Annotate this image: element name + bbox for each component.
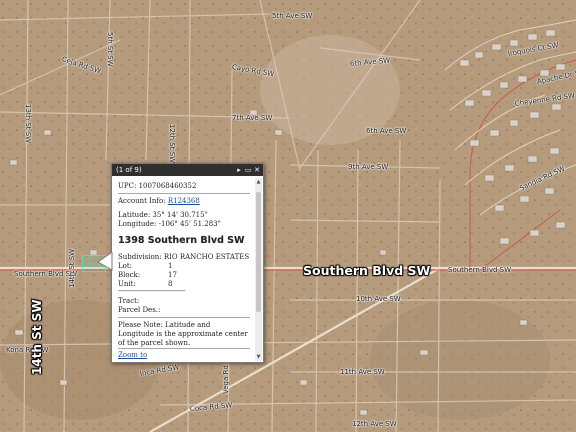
separator: [118, 317, 250, 318]
popup-body: UPC: 1007068460352 Account Info: R124368…: [112, 177, 258, 362]
separator: [118, 348, 250, 349]
lot-value: 1: [168, 262, 173, 270]
upc-row: UPC: 1007068460352: [118, 182, 196, 190]
subdivision-text: Subdivision: RIO RANCHO ESTATES: [118, 253, 250, 261]
parcel-address: 1398 Southern Blvd SW: [118, 235, 245, 246]
popup-scrollbar[interactable]: ▲ ▼: [255, 178, 262, 361]
zoom-to-link[interactable]: Zoom to: [118, 351, 147, 359]
block-row: Block: 17: [118, 271, 238, 279]
popup-header: (1 of 9) ▸ ▭ ✕: [112, 164, 263, 176]
dash-separator: ------------------------------------: [118, 287, 186, 295]
street-label: 12th Ave SW: [352, 420, 397, 428]
close-icon[interactable]: ✕: [253, 166, 261, 174]
aerial-map[interactable]: 5th Ave SW 6th Ave SW Ceja Rd SW Cayo Rd…: [0, 0, 576, 432]
street-label: 14th St SW: [68, 248, 76, 288]
tract-label: Tract:: [118, 297, 140, 305]
block-value: 17: [168, 271, 177, 279]
longitude-text: Longitude: -106° 45' 51.283": [118, 220, 221, 228]
street-label: 10th Ave SW: [356, 295, 401, 303]
upc-value: 1007068460352: [138, 182, 197, 190]
street-label: 5th Ave SW: [272, 12, 313, 20]
popup-pointer: [97, 252, 113, 271]
street-label: 9th Ave SW: [348, 163, 389, 171]
scroll-down-icon[interactable]: ▼: [255, 354, 262, 360]
scroll-up-icon[interactable]: ▲: [255, 179, 262, 185]
street-label: 13th St SW: [24, 104, 32, 144]
block-label: Block:: [118, 271, 141, 279]
street-label: Southern Blvd SW: [448, 266, 511, 274]
scroll-thumb[interactable]: [256, 192, 261, 312]
next-feature-icon[interactable]: ▸: [235, 166, 243, 174]
street-label: 12th St SW: [168, 124, 176, 164]
popup-counter: (1 of 9): [116, 166, 142, 174]
southern-blvd-label: Southern Blvd SW: [303, 263, 431, 278]
separator: [118, 193, 250, 194]
street-label: 5th St SW: [106, 32, 114, 67]
parcel-info-popup: (1 of 9) ▸ ▭ ✕ UPC: 1007068460352 Accoun…: [111, 163, 264, 363]
account-link[interactable]: R124368: [168, 197, 200, 205]
location-note: Please Note: Latitude and Longitude is t…: [118, 321, 248, 347]
account-label: Account Info:: [118, 197, 166, 205]
maximize-icon[interactable]: ▭: [244, 166, 252, 174]
14th-st-label: 14th St SW: [30, 299, 44, 375]
account-row: Account Info: R124368: [118, 197, 200, 205]
street-label: 11th Ave SW: [340, 368, 385, 376]
upc-label: UPC:: [118, 182, 137, 190]
latitude-text: Latitude: 35° 14' 30.715": [118, 211, 208, 219]
street-label: 6th Ave SW: [366, 127, 407, 135]
lot-label: Lot:: [118, 262, 133, 270]
street-label: 7th Ave SW: [232, 114, 273, 122]
lot-row: Lot: 1: [118, 262, 238, 270]
parcel-des-label: Parcel Des.:: [118, 306, 161, 314]
